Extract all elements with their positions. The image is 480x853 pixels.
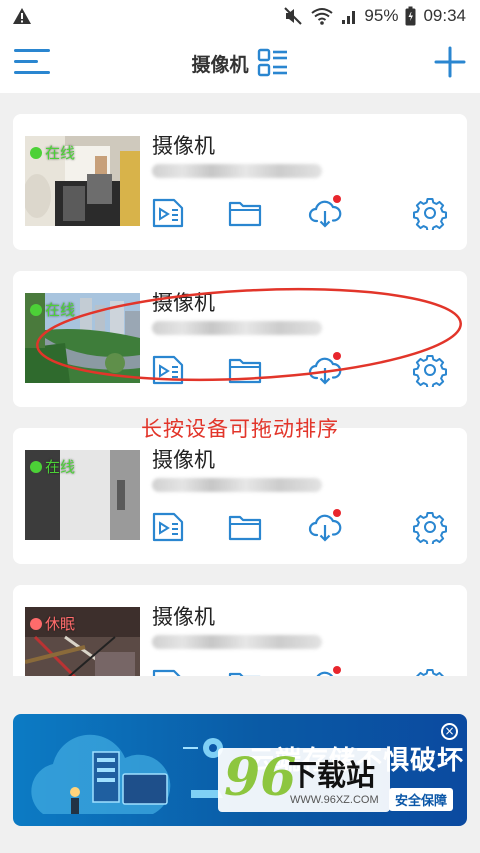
camera-id-blurred (152, 635, 322, 649)
camera-actions (13, 666, 467, 676)
clock: 09:34 (423, 6, 466, 25)
playback-icon[interactable] (151, 196, 185, 230)
new-badge-dot (333, 195, 341, 203)
watermark: 96 下载站 WWW.96XZ.COM (218, 748, 390, 812)
battery-percent: 95% (364, 6, 399, 25)
watermark-number: 96 (224, 747, 297, 808)
playback-icon[interactable] (151, 667, 185, 676)
camera-name: 摄像机 (152, 605, 215, 629)
mute-icon (284, 7, 303, 25)
watermark-name: 下载站 (288, 758, 376, 792)
status-label: 在线 (45, 144, 76, 162)
playback-icon[interactable] (151, 510, 185, 544)
new-badge-dot (333, 666, 341, 674)
status-dot (30, 146, 42, 159)
camera-card[interactable]: 在线 摄像机 (13, 271, 467, 407)
camera-card[interactable]: 在线 摄像机 (13, 428, 467, 564)
camera-card[interactable]: 在线 摄像机 (13, 114, 467, 250)
ad-subtitle: 安全保障 (389, 788, 454, 811)
camera-actions (13, 352, 467, 387)
ad-close-icon[interactable]: × (441, 723, 458, 740)
new-badge-dot (333, 352, 341, 360)
settings-gear-icon[interactable] (413, 667, 447, 676)
add-device-button[interactable] (434, 46, 466, 78)
camera-id-blurred (152, 478, 322, 492)
status-label: 在线 (45, 458, 76, 476)
settings-gear-icon[interactable] (413, 510, 447, 544)
battery-icon (405, 6, 416, 26)
status-badge: 在线 (30, 299, 75, 320)
folder-icon[interactable] (228, 353, 262, 387)
status-dot (30, 617, 42, 630)
camera-name: 摄像机 (152, 448, 215, 472)
page-title: 摄像机 (191, 53, 249, 76)
settings-gear-icon[interactable] (413, 353, 447, 387)
folder-icon[interactable] (228, 196, 262, 230)
camera-name: 摄像机 (152, 134, 215, 158)
camera-thumbnail[interactable]: 休眠 (25, 607, 140, 676)
folder-icon[interactable] (228, 667, 262, 676)
folder-icon[interactable] (228, 510, 262, 544)
status-label: 休眠 (45, 615, 76, 633)
top-app-bar: 摄像机 (0, 33, 480, 93)
cloud-download-button[interactable] (308, 195, 342, 230)
list-view-icon[interactable] (257, 48, 289, 78)
camera-id-blurred (152, 164, 322, 178)
cloud-storage-illustration (31, 734, 223, 814)
camera-actions (13, 509, 467, 544)
status-dot (30, 460, 42, 473)
camera-list[interactable]: 在线 摄像机 在线 摄像机 在线 摄像机 休眠 摄像机 (0, 93, 480, 676)
status-badge: 在线 (30, 142, 75, 163)
watermark-url: WWW.96XZ.COM (290, 794, 379, 806)
camera-card[interactable]: 休眠 摄像机 (13, 585, 467, 676)
status-label: 在线 (45, 301, 76, 319)
cloud-download-button[interactable] (308, 666, 342, 676)
settings-gear-icon[interactable] (413, 196, 447, 230)
drag-sort-hint: 长按设备可拖动排序 (141, 417, 339, 441)
status-dot (30, 303, 42, 316)
camera-id-blurred (152, 321, 322, 335)
status-bar: 95% 09:34 (0, 0, 480, 33)
status-badge: 在线 (30, 456, 75, 477)
warning-icon (13, 8, 31, 24)
cloud-download-button[interactable] (308, 509, 342, 544)
new-badge-dot (333, 509, 341, 517)
camera-actions (13, 195, 467, 230)
status-badge: 休眠 (30, 613, 75, 634)
wifi-icon (311, 8, 334, 25)
signal-icon (342, 11, 356, 24)
title-area: 摄像机 (0, 45, 480, 81)
camera-name: 摄像机 (152, 291, 215, 315)
cloud-download-button[interactable] (308, 352, 342, 387)
playback-icon[interactable] (151, 353, 185, 387)
